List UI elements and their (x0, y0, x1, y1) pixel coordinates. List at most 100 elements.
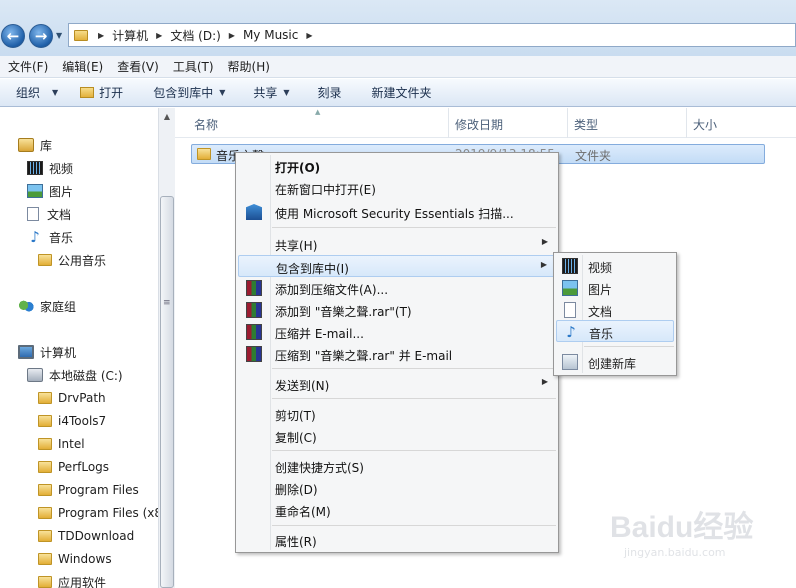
nav-videos[interactable]: 视频 (27, 158, 73, 178)
ctx-open[interactable]: 打开(O) (238, 155, 556, 177)
nav-public-music[interactable]: 公用音乐 (38, 250, 106, 270)
chevron-right-icon[interactable]: ▶ (229, 31, 235, 40)
column-divider[interactable] (686, 108, 687, 138)
nav-folder[interactable]: TDDownload (38, 526, 134, 546)
column-divider[interactable] (567, 108, 568, 138)
ctx-add-to-rar[interactable]: 添加到 "音樂之聲.rar"(T) (238, 299, 556, 321)
folder-icon (38, 415, 52, 427)
ctx-send-to[interactable]: 发送到(N) ▶ (238, 373, 556, 395)
nav-documents[interactable]: 文档 (27, 204, 71, 224)
open-label: 打开 (99, 86, 124, 100)
ctx-share-label: 共享(H) (275, 239, 318, 253)
nav-computer[interactable]: 计算机 (18, 342, 76, 362)
homegroup-icon (18, 299, 34, 313)
nav-folder[interactable]: i4Tools7 (38, 411, 106, 431)
share-button[interactable]: 共享 ▼ (253, 84, 289, 101)
recent-pages-dropdown[interactable]: ▼ (56, 31, 62, 40)
nav-folder[interactable]: DrvPath (38, 388, 106, 408)
submenu-arrow-icon: ▶ (541, 237, 548, 246)
scrollbar-thumb[interactable] (160, 196, 174, 588)
menu-tools[interactable]: 工具(T) (165, 58, 220, 75)
menu-edit[interactable]: 编辑(E) (54, 58, 109, 75)
ctx-open-new-window[interactable]: 在新窗口中打开(E) (238, 177, 556, 199)
breadcrumb-computer[interactable]: 计算机 (112, 27, 148, 44)
forward-button[interactable]: → (29, 24, 53, 48)
nav-libraries[interactable]: 库 (18, 135, 52, 155)
nav-pictures[interactable]: 图片 (27, 181, 73, 201)
nav-folder[interactable]: PerfLogs (38, 457, 109, 477)
ctx-open-new-window-label: 在新窗口中打开(E) (275, 183, 376, 197)
nav-homegroup[interactable]: 家庭组 (18, 296, 76, 316)
ctx-delete[interactable]: 删除(D) (238, 477, 556, 499)
folder-icon (38, 576, 52, 588)
ctx-compress-email-label: 压缩并 E-mail... (275, 327, 364, 341)
breadcrumb[interactable]: ▶ 计算机 ▶ 文档 (D:) ▶ My Music ▶ (68, 23, 796, 47)
ctx-share[interactable]: 共享(H) ▶ (238, 233, 556, 255)
document-icon (27, 207, 39, 221)
arrow-left-icon: ← (6, 26, 20, 45)
menu-help[interactable]: 帮助(H) (220, 58, 276, 75)
ctx-rename-label: 重命名(M) (275, 505, 331, 519)
scroll-up-arrow-icon[interactable]: ▲ (160, 110, 174, 124)
ctx-create-shortcut[interactable]: 创建快捷方式(S) (238, 455, 556, 477)
ctx-cut[interactable]: 剪切(T) (238, 403, 556, 425)
music-note-icon: ♪ (30, 228, 40, 246)
burn-button[interactable]: 刻录 (318, 84, 342, 101)
sub-pictures[interactable]: 图片 (556, 277, 674, 299)
nav-folder[interactable]: Program Files (x8 (38, 503, 158, 523)
ctx-add-to-archive[interactable]: 添加到压缩文件(A)... (238, 277, 556, 299)
menu-separator (272, 525, 556, 526)
ctx-compress-rar-email[interactable]: 压缩到 "音樂之聲.rar" 并 E-mail (238, 343, 556, 365)
nav-folder[interactable]: Windows (38, 549, 112, 569)
column-date[interactable]: 修改日期 (455, 116, 503, 133)
breadcrumb-my-music[interactable]: My Music (243, 28, 298, 42)
arrow-right-icon: → (34, 26, 48, 45)
sub-documents[interactable]: 文档 (556, 299, 674, 321)
sub-documents-label: 文档 (588, 305, 613, 319)
open-button[interactable]: 打开 (80, 84, 123, 101)
include-in-library-submenu: 视频 图片 文档 ♪ 音乐 创建新库 (553, 252, 677, 376)
sub-videos[interactable]: 视频 (556, 255, 674, 277)
winrar-icon (246, 302, 262, 318)
column-divider[interactable] (448, 108, 449, 138)
nav-videos-label: 视频 (49, 161, 74, 176)
include-in-library-button[interactable]: 包含到库中 ▼ (153, 84, 225, 101)
sub-music[interactable]: ♪ 音乐 (556, 320, 674, 342)
nav-music[interactable]: ♪ 音乐 (27, 227, 73, 247)
organize-button[interactable]: 组织 ▼ (16, 84, 58, 101)
ctx-include-in-library[interactable]: 包含到库中(I) ▶ (238, 255, 556, 277)
chevron-right-icon[interactable]: ▶ (156, 31, 162, 40)
menu-separator (272, 450, 556, 451)
back-button[interactable]: ← (1, 24, 25, 48)
chevron-right-icon[interactable]: ▶ (98, 31, 104, 40)
nav-folder[interactable]: Program Files (38, 480, 139, 500)
nav-folder-label: PerfLogs (58, 460, 110, 474)
grip-icon: ≡ (163, 298, 171, 308)
watermark-url: jingyan.baidu.com (624, 546, 726, 559)
watermark-logo: Baidu经验 (610, 511, 754, 544)
nav-scrollbar[interactable]: ▲ ≡ (158, 108, 175, 588)
menu-file[interactable]: 文件(F) (0, 58, 54, 75)
nav-folder-label: Intel (58, 437, 85, 451)
sub-new-library[interactable]: 创建新库 (556, 351, 674, 373)
nav-local-disk-c[interactable]: 本地磁盘 (C:) (27, 365, 123, 385)
new-folder-button[interactable]: 新建文件夹 (372, 84, 432, 101)
breadcrumb-drive-d[interactable]: 文档 (D:) (170, 27, 220, 44)
menu-bar: 文件(F) 编辑(E) 查看(V) 工具(T) 帮助(H) (0, 56, 796, 78)
organize-label: 组织 (16, 86, 41, 100)
ctx-copy[interactable]: 复制(C) (238, 425, 556, 447)
nav-folder[interactable]: 应用软件 (38, 572, 106, 588)
column-type[interactable]: 类型 (574, 116, 598, 133)
ctx-scan-mse[interactable]: 使用 Microsoft Security Essentials 扫描... (238, 201, 556, 223)
column-name[interactable]: 名称 (194, 116, 218, 133)
nav-computer-label: 计算机 (40, 345, 77, 360)
ctx-compress-email[interactable]: 压缩并 E-mail... (238, 321, 556, 343)
ctx-rename[interactable]: 重命名(M) (238, 499, 556, 521)
chevron-right-icon[interactable]: ▶ (306, 31, 312, 40)
ctx-properties[interactable]: 属性(R) (238, 529, 556, 551)
sort-up-icon: ▲ (315, 108, 321, 116)
menu-view[interactable]: 查看(V) (109, 58, 165, 75)
video-icon (562, 258, 578, 274)
nav-folder[interactable]: Intel (38, 434, 85, 454)
column-size[interactable]: 大小 (693, 116, 717, 133)
